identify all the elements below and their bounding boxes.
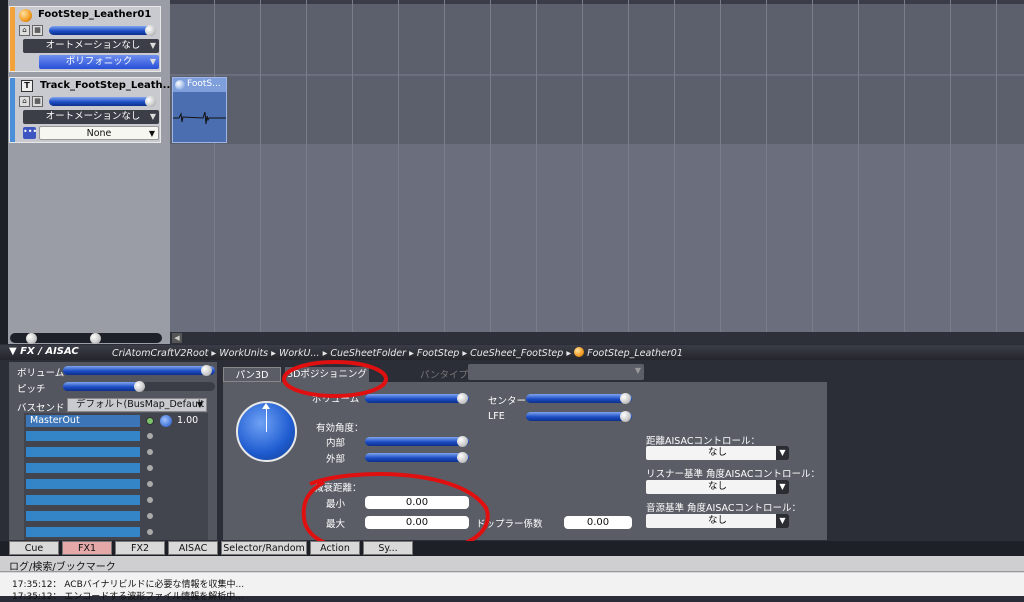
track-volume-slider[interactable] [49, 96, 156, 107]
track-color-strip [10, 7, 15, 71]
breadcrumb-item[interactable]: FootStep [417, 348, 459, 359]
pitch-label: ピッチ [17, 384, 46, 395]
bus-send-dropdown[interactable]: デフォルト(BusMap_Default ▼ [67, 398, 207, 412]
cue-icon [574, 347, 585, 357]
listener-aisac-label: リスナー基準 角度AISACコントロール： [646, 469, 820, 480]
lfe-label: LFE [488, 411, 505, 422]
bus-enable-icon[interactable] [147, 513, 153, 519]
track-header-2[interactable]: T Track_FootStep_Leath... ⌂ ▦ オートメーションなし… [9, 77, 174, 143]
track-name: FootStep_Leather01 [38, 9, 152, 20]
outer-angle-slider[interactable] [365, 452, 469, 463]
bus-level-value: 1.00 [177, 415, 199, 426]
tab-cue[interactable]: Cue [9, 541, 59, 555]
timeline-ruler [170, 0, 1024, 4]
bus-row[interactable]: MasterOut [26, 415, 140, 427]
automation-dropdown[interactable]: オートメーションなし ▼ [23, 110, 159, 124]
annotation-circle [282, 360, 388, 398]
bus-row[interactable] [26, 511, 140, 521]
tab-action[interactable]: Action [310, 541, 360, 555]
waveform [173, 111, 226, 125]
breadcrumb: CriAtomCraftV2Root ▸ WorkUnits ▸ WorkU..… [112, 347, 683, 359]
volume-slider[interactable] [63, 365, 215, 376]
fx-panel-header: ▼ FX / AISAC CriAtomCraftV2Root ▸ WorkUn… [0, 345, 1024, 360]
bus-enable-icon[interactable] [146, 417, 154, 425]
bus-enable-icon[interactable] [147, 497, 153, 503]
bus-row[interactable] [26, 463, 140, 473]
tab-fx2[interactable]: FX2 [115, 541, 165, 555]
effective-angle-label: 有効角度： [316, 423, 364, 434]
bus-row[interactable] [26, 495, 140, 505]
pan-icon[interactable]: ⌂ [19, 25, 30, 36]
tab-fx1[interactable]: FX1 [62, 541, 112, 555]
bus-enable-icon[interactable] [147, 449, 153, 455]
inner-angle-slider[interactable] [365, 436, 469, 447]
left-edge-strip [0, 0, 8, 344]
bus-enable-icon[interactable] [147, 433, 153, 439]
track-type-icon: T [21, 80, 33, 92]
track-name: Track_FootStep_Leath... [40, 80, 175, 91]
listener-aisac-dropdown[interactable]: なし ▼ [646, 480, 789, 494]
waveform-clip[interactable]: FootS... [172, 77, 227, 143]
tab-pan3d[interactable]: パン3D [223, 367, 281, 382]
log-title[interactable]: ログ/検索/ブックマーク [9, 558, 116, 573]
pan-type-dropdown[interactable]: ▼ [468, 364, 644, 380]
timeline-area[interactable]: FootS... [170, 0, 1024, 332]
timeline-scrollbar[interactable]: ◀ [170, 332, 1024, 344]
source-aisac-label: 音源基準 角度AISACコントロール： [646, 503, 801, 514]
timeline-row-2 [170, 76, 1024, 144]
center-slider[interactable] [526, 393, 632, 404]
bus-send-label: バスセンド [17, 403, 65, 414]
bus-enable-icon[interactable] [147, 465, 153, 471]
scroll-left-icon[interactable]: ◀ [172, 333, 182, 343]
log-panel: ログ/検索/ブックマーク 17:35:12： ACBバイナリビルドに必要な情報を… [0, 556, 1024, 602]
track-header-1[interactable]: FootStep_Leather01 ⌂ ▦ オートメーションなし ▼ ポリフォニ… [9, 6, 161, 72]
distance-aisac-label: 距離AISACコントロール： [646, 436, 760, 447]
automation-dropdown[interactable]: オートメーションなし ▼ [23, 39, 159, 53]
bus-row[interactable] [26, 479, 140, 489]
tab-selector-random[interactable]: Selector/Random [221, 541, 307, 555]
volume-label: ボリューム [17, 368, 65, 379]
cue-icon [19, 9, 32, 22]
track-volume-slider[interactable] [49, 25, 156, 36]
pan-circle[interactable] [236, 401, 297, 462]
tab-sy[interactable]: Sy... [363, 541, 413, 555]
pan-icon[interactable]: ⌂ [19, 96, 30, 107]
clip-label: FootS... [187, 79, 221, 89]
track-color-strip [10, 78, 15, 142]
bus-row[interactable] [26, 431, 140, 441]
breadcrumb-item[interactable]: FootStep_Leather01 [587, 348, 683, 359]
clip-icon [175, 80, 185, 90]
voice-mode-dropdown[interactable]: ポリフォニック ▼ [39, 55, 159, 69]
breadcrumb-item[interactable]: CueSheet_FootStep [470, 348, 563, 359]
breadcrumb-item[interactable]: CriAtomCraftV2Root [112, 348, 208, 359]
bus-enable-icon[interactable] [147, 529, 153, 535]
lfe-slider[interactable] [526, 411, 632, 422]
bus-row[interactable] [26, 527, 140, 537]
source-aisac-dropdown[interactable]: なし ▼ [646, 514, 789, 528]
outer-angle-label: 外部 [326, 454, 346, 465]
lock-icon[interactable]: ▦ [32, 25, 43, 36]
breadcrumb-item[interactable]: WorkUnits [219, 348, 268, 359]
distance-aisac-dropdown[interactable]: なし ▼ [646, 446, 789, 460]
center-label: センター [488, 396, 527, 407]
lock-icon[interactable]: ▦ [32, 96, 43, 107]
timeline-row-1 [170, 4, 1024, 74]
bus-send-list: MasterOut 1.00 [24, 413, 208, 540]
bus-level-knob-icon[interactable] [160, 415, 172, 427]
fx-panel-title: ▼ FX / AISAC [9, 346, 79, 357]
tab-aisac[interactable]: AISAC [168, 541, 218, 555]
pan-type-label: パンタイプ [420, 370, 468, 381]
bus-row[interactable] [26, 447, 140, 457]
bus-enable-icon[interactable] [147, 481, 153, 487]
voice-mode-dropdown[interactable]: None ▼ [39, 126, 159, 140]
doppler-field[interactable]: 0.00 [564, 516, 632, 529]
more-icon[interactable]: ••• [23, 127, 37, 139]
track-list-scrollbar[interactable] [10, 333, 162, 344]
pitch-slider[interactable] [63, 381, 215, 392]
inner-angle-label: 内部 [326, 438, 346, 449]
